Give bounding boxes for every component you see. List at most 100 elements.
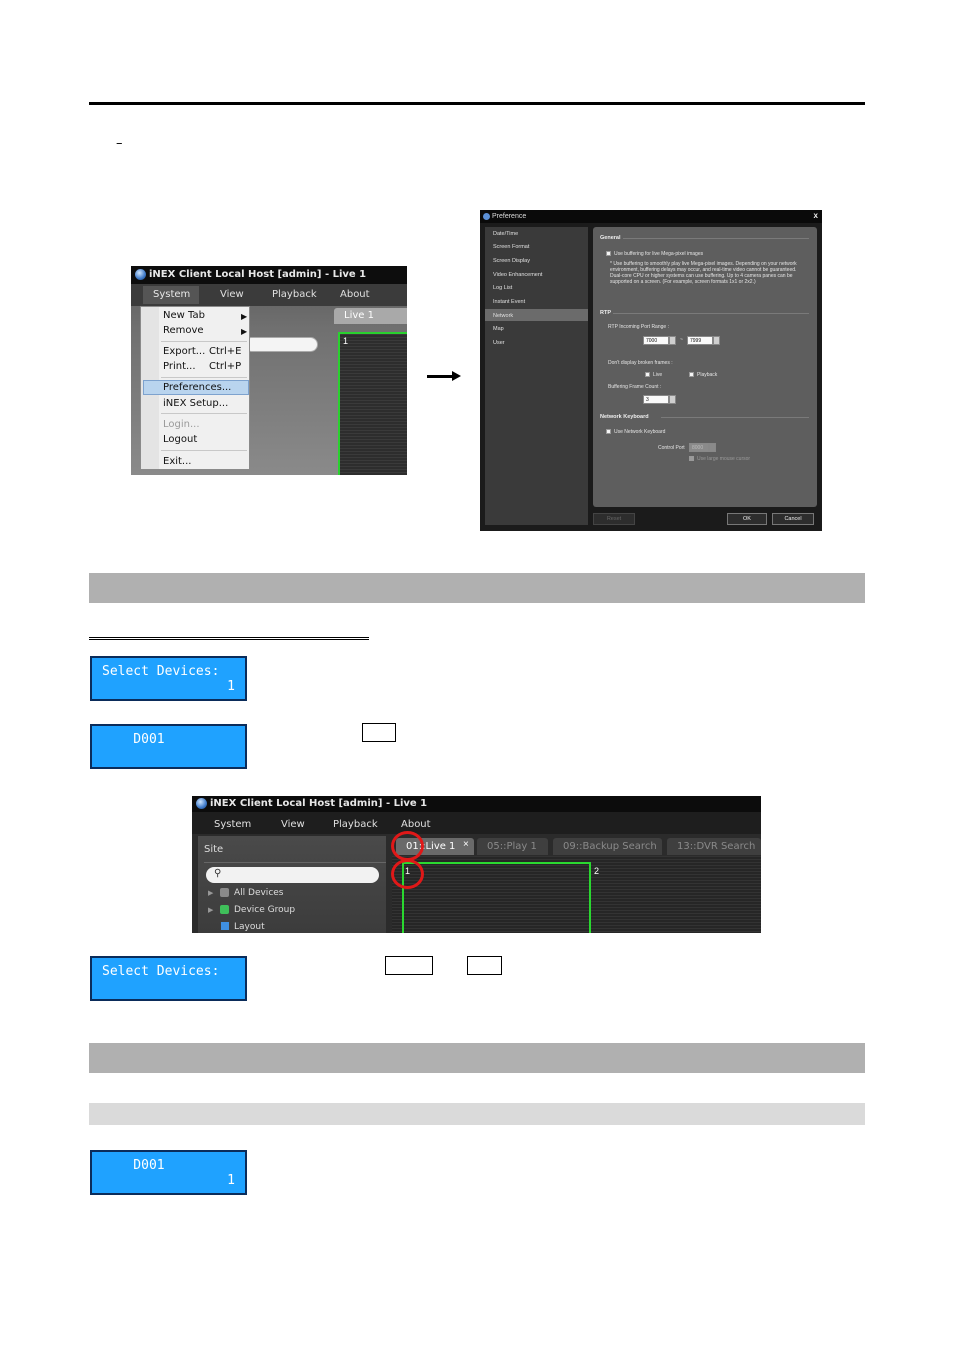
menu-separator <box>161 341 247 342</box>
shortcut-export: Ctrl+E <box>209 346 242 357</box>
sidebar-item-network[interactable]: Network <box>493 313 513 319</box>
lcd-display: Select Devices: 1 <box>90 656 247 701</box>
dialog-app-icon <box>483 213 490 220</box>
tree-layout[interactable]: Layout <box>234 922 265 932</box>
section-rtp: RTP <box>600 310 611 316</box>
buffering-checkbox[interactable] <box>606 251 611 256</box>
live-label: Live <box>653 372 663 378</box>
window-title: iNEX Client Local Host [admin] - Live 1 <box>192 796 761 812</box>
network-keyboard-label: Use Network Keyboard <box>614 429 666 435</box>
menu-item-logout[interactable]: Logout <box>163 434 197 445</box>
port-to-input[interactable]: 7999 <box>687 336 713 345</box>
large-mouse-checkbox <box>689 456 694 461</box>
broken-frames-label: Don't display broken frames : <box>608 360 673 366</box>
tab-live-1[interactable]: Live 1 <box>334 308 407 324</box>
frame-count-input[interactable]: 3 <box>643 395 669 404</box>
close-tab-icon[interactable]: × <box>463 839 469 850</box>
port-from-input[interactable]: 7000 <box>643 336 669 345</box>
menu-item-preferences[interactable]: Preferences... <box>163 382 231 393</box>
sidebar-item-map[interactable]: Map <box>493 326 504 332</box>
tab-dvr-search-1[interactable]: 13::DVR Search 1 <box>667 838 761 869</box>
section-bar <box>89 573 865 603</box>
system-menu-screenshot: iNEX Client Local Host [admin] - Live 1 … <box>131 266 407 475</box>
tree-device-group[interactable]: Device Group <box>234 905 295 915</box>
callout-circle-cell <box>391 859 424 889</box>
menubar <box>192 812 761 834</box>
port-range-label: RTP Incoming Port Range : <box>608 324 669 330</box>
divider <box>613 313 809 314</box>
menu-view[interactable]: View <box>281 819 305 830</box>
layout-icon <box>221 922 229 930</box>
menu-item-exit[interactable]: Exit... <box>163 456 191 467</box>
cancel-button[interactable]: Cancel <box>772 513 814 525</box>
sidebar-item-log-list[interactable]: Log List <box>493 285 512 291</box>
header-rule <box>89 102 865 105</box>
menu-about[interactable]: About <box>401 819 431 830</box>
port-tilde: ~ <box>680 337 683 343</box>
site-panel <box>198 836 386 933</box>
preference-dialog: Preference x Date/Time Screen Format Scr… <box>480 210 822 531</box>
frame-count-spinner[interactable] <box>669 395 676 404</box>
ok-button[interactable]: OK <box>727 513 767 525</box>
menu-system[interactable]: System <box>153 289 190 300</box>
sidebar-item-user[interactable]: User <box>493 340 505 346</box>
site-search-input[interactable] <box>206 867 379 883</box>
site-search-input[interactable] <box>244 337 318 352</box>
live-checkbox[interactable] <box>645 372 650 377</box>
subsection-bar <box>89 1103 865 1125</box>
expand-arrow-icon[interactable]: ▶ <box>208 889 213 897</box>
key-box <box>385 956 433 975</box>
menu-item-export[interactable]: Export... <box>163 346 205 357</box>
port-to-spinner[interactable] <box>713 336 720 345</box>
lcd-line-1: D001 <box>102 732 165 747</box>
menu-system[interactable]: System <box>214 819 251 830</box>
menu-item-inex-setup[interactable]: iNEX Setup... <box>163 398 228 409</box>
section-network-keyboard: Network Keyboard <box>600 414 649 420</box>
network-keyboard-checkbox[interactable] <box>606 429 611 434</box>
menu-item-print[interactable]: Print... <box>163 361 196 372</box>
divider <box>204 862 386 863</box>
lcd-line-1: D001 <box>102 1158 165 1173</box>
close-icon[interactable]: x <box>814 211 818 220</box>
buffering-note: * Use buffering to smoothly play live Me… <box>610 261 797 285</box>
submenu-arrow-icon: ▶ <box>241 327 248 336</box>
reset-button[interactable]: Reset <box>593 513 635 525</box>
sidebar-item-screen-display[interactable]: Screen Display <box>493 258 530 264</box>
menu-item-remove[interactable]: Remove <box>163 325 204 336</box>
menu-about[interactable]: About <box>340 289 370 300</box>
devices-icon <box>220 888 229 897</box>
menu-playback[interactable]: Playback <box>272 289 317 300</box>
menu-view[interactable]: View <box>220 289 244 300</box>
menu-playback[interactable]: Playback <box>333 819 378 830</box>
key-box <box>467 956 502 975</box>
frame-count-label: Buffering Frame Count : <box>608 384 662 390</box>
lcd-line-1: Select Devices: <box>102 964 220 979</box>
cell-number-2: 2 <box>594 866 600 876</box>
live-tab-screenshot: iNEX Client Local Host [admin] - Live 1 … <box>192 796 761 933</box>
preference-sidebar: Date/Time Screen Format Screen Display V… <box>485 227 588 525</box>
port-from-spinner[interactable] <box>669 336 676 345</box>
camera-cell-1[interactable]: 1 <box>338 332 407 475</box>
menu-item-login: Login... <box>163 419 200 430</box>
double-underline <box>89 637 369 640</box>
window-title: iNEX Client Local Host [admin] - Live 1 <box>131 266 407 284</box>
menu-separator <box>161 413 247 414</box>
app-globe-icon <box>196 798 207 809</box>
sidebar-item-date-time[interactable]: Date/Time <box>493 231 518 237</box>
tree-all-devices[interactable]: All Devices <box>234 888 284 898</box>
search-icon[interactable]: ⚲ <box>214 868 221 879</box>
control-port-spinner <box>709 443 716 452</box>
camera-cell-1[interactable] <box>402 862 591 933</box>
playback-checkbox[interactable] <box>689 372 694 377</box>
sidebar-item-screen-format[interactable]: Screen Format <box>493 244 529 250</box>
expand-arrow-icon[interactable]: ▶ <box>208 906 213 914</box>
tab-backup-search-1[interactable]: 09::Backup Search 1 <box>553 838 662 869</box>
sidebar-item-instant-event[interactable]: Instant Event <box>493 299 525 305</box>
key-box <box>362 723 396 742</box>
cell-number: 1 <box>343 336 349 346</box>
menu-separator <box>161 450 247 451</box>
sidebar-item-video-enhancement[interactable]: Video Enhancement <box>493 272 542 278</box>
lcd-line-2: 1 <box>227 679 235 694</box>
tab-play-1[interactable]: 05::Play 1 <box>477 838 548 855</box>
menu-item-new-tab[interactable]: New Tab <box>163 310 205 321</box>
